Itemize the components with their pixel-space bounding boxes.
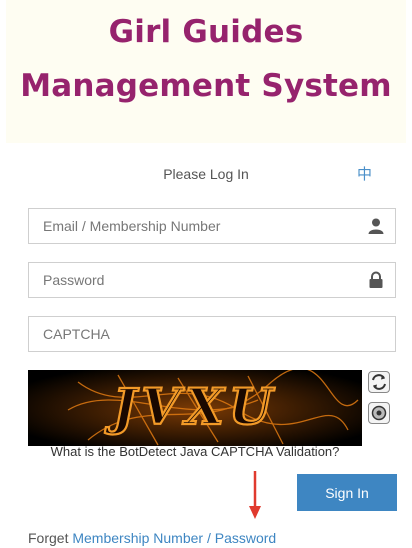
email-input[interactable] <box>43 209 343 243</box>
email-field[interactable] <box>28 208 396 244</box>
captcha-reload-button[interactable] <box>368 371 390 393</box>
forget-prefix: Forget <box>28 530 69 546</box>
link-separator: / <box>206 530 211 546</box>
language-toggle[interactable]: 中 <box>357 163 372 184</box>
arrow-annotation <box>249 471 261 519</box>
captcha-image: JVXU <box>28 370 362 448</box>
captcha-sound-button[interactable] <box>368 402 390 424</box>
forget-links: Forget Membership Number / Password <box>28 530 276 546</box>
sign-in-button[interactable]: Sign In <box>297 474 397 511</box>
reload-icon <box>372 374 386 390</box>
user-icon <box>368 218 384 234</box>
captcha-field[interactable] <box>28 316 396 352</box>
captcha-input[interactable] <box>43 317 343 351</box>
speaker-icon <box>371 405 387 421</box>
password-input[interactable] <box>43 263 343 297</box>
login-prompt: Please Log In <box>163 166 249 182</box>
lock-icon <box>369 271 383 288</box>
password-field[interactable] <box>28 262 396 298</box>
captcha-caption-link[interactable]: What is the BotDetect Java CAPTCHA Valid… <box>28 445 362 458</box>
captcha-text: JVXU <box>105 377 278 436</box>
title-line-2: Management System <box>20 68 392 104</box>
captcha-graphic: JVXU <box>28 370 362 448</box>
forget-membership-link[interactable]: Membership Number <box>72 530 203 546</box>
header-banner: Girl Guides Management System <box>6 0 406 143</box>
forget-password-link[interactable]: Password <box>215 530 276 546</box>
title-line-1: Girl Guides <box>108 14 304 50</box>
